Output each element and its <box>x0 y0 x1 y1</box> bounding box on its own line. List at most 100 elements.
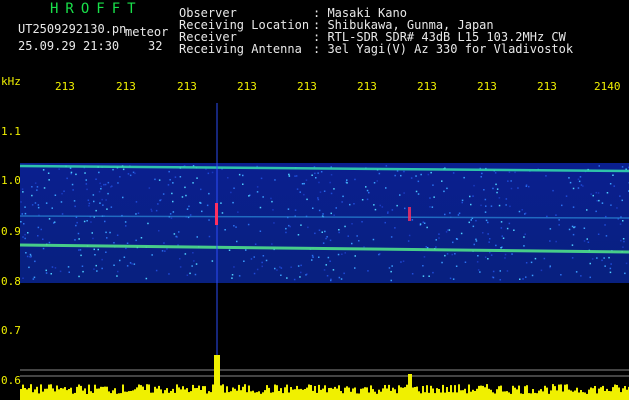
noise-speckle <box>598 165 600 167</box>
level-bar <box>304 389 306 400</box>
noise-speckle <box>168 273 170 275</box>
level-bar <box>402 387 404 400</box>
noise-speckle <box>625 262 628 265</box>
level-bar <box>492 392 494 400</box>
noise-speckle <box>543 257 546 260</box>
level-bar <box>516 389 518 400</box>
noise-speckle <box>135 213 137 215</box>
noise-speckle <box>534 257 537 260</box>
noise-speckle <box>30 256 32 258</box>
noise-speckle <box>98 190 101 193</box>
noise-speckle <box>262 196 264 198</box>
level-bar <box>94 384 96 400</box>
level-bar <box>412 387 414 400</box>
noise-speckle <box>452 241 454 244</box>
level-bar <box>254 392 256 400</box>
level-bar <box>154 386 156 400</box>
noise-speckle <box>307 226 309 229</box>
noise-speckle <box>454 253 456 255</box>
level-bar <box>232 387 234 400</box>
noise-speckle <box>531 274 534 277</box>
noise-speckle <box>85 179 87 181</box>
noise-speckle <box>150 208 152 211</box>
noise-speckle <box>484 211 487 213</box>
noise-speckle <box>154 178 156 181</box>
noise-speckle <box>338 231 340 234</box>
noise-speckle <box>608 256 610 259</box>
level-bar <box>26 389 28 400</box>
noise-speckle <box>159 199 161 202</box>
noise-speckle <box>499 270 501 272</box>
noise-speckle <box>504 257 506 259</box>
spectrogram <box>20 103 629 400</box>
level-bar <box>72 393 74 400</box>
level-bar <box>406 384 408 400</box>
level-bar <box>452 392 454 400</box>
level-bar <box>196 388 198 400</box>
noise-speckle <box>470 219 472 221</box>
level-bar <box>560 384 562 400</box>
level-bar <box>262 392 264 400</box>
level-bar <box>70 387 72 400</box>
level-bar <box>112 390 114 400</box>
noise-speckle <box>272 209 274 211</box>
level-bar <box>172 388 174 400</box>
level-bar <box>322 388 324 400</box>
noise-speckle <box>596 200 598 202</box>
level-bar <box>366 387 368 400</box>
noise-speckle <box>75 173 77 176</box>
level-bar <box>328 388 330 400</box>
level-bar <box>596 393 598 400</box>
noise-speckle <box>373 204 375 206</box>
noise-speckle <box>50 273 52 275</box>
noise-speckle <box>113 264 115 266</box>
noise-speckle <box>321 231 323 233</box>
noise-speckle <box>470 203 472 206</box>
level-bar <box>408 374 410 400</box>
x-tick-label: 213 <box>177 80 197 93</box>
noise-speckle <box>487 258 489 260</box>
level-bar <box>586 393 588 400</box>
level-bar <box>290 387 292 400</box>
level-bar <box>36 386 38 400</box>
level-bar <box>30 384 32 400</box>
noise-speckle <box>285 227 287 230</box>
level-bar <box>558 384 560 400</box>
noise-speckle <box>438 233 440 235</box>
noise-speckle <box>273 222 275 224</box>
noise-speckle <box>100 188 102 190</box>
level-bar <box>432 388 434 400</box>
noise-speckle <box>162 193 165 195</box>
noise-speckle <box>399 194 401 196</box>
level-bar <box>250 391 252 400</box>
noise-speckle <box>333 188 335 190</box>
level-bar <box>302 389 304 400</box>
noise-speckle <box>415 190 418 193</box>
noise-speckle <box>620 239 622 242</box>
noise-speckle <box>228 249 231 251</box>
level-bar <box>442 384 444 400</box>
noise-speckle <box>591 258 594 260</box>
level-bar <box>404 387 406 400</box>
noise-speckle <box>280 267 283 269</box>
noise-speckle <box>109 231 111 234</box>
noise-speckle <box>106 237 108 239</box>
noise-speckle <box>475 219 477 222</box>
noise-speckle <box>317 198 320 201</box>
noise-speckle <box>366 189 369 192</box>
noise-speckle <box>79 249 82 251</box>
noise-speckle <box>411 219 414 221</box>
noise-speckle <box>312 207 314 209</box>
noise-speckle <box>589 276 591 279</box>
noise-speckle <box>287 208 290 210</box>
noise-speckle <box>254 243 257 245</box>
noise-speckle <box>34 260 36 263</box>
noise-speckle <box>265 259 268 262</box>
level-bar <box>566 384 568 400</box>
level-bar <box>264 390 266 400</box>
level-bar <box>150 392 152 400</box>
noise-speckle <box>315 177 317 179</box>
noise-speckle <box>390 270 392 273</box>
noise-speckle <box>201 210 203 213</box>
noise-speckle <box>211 260 214 262</box>
